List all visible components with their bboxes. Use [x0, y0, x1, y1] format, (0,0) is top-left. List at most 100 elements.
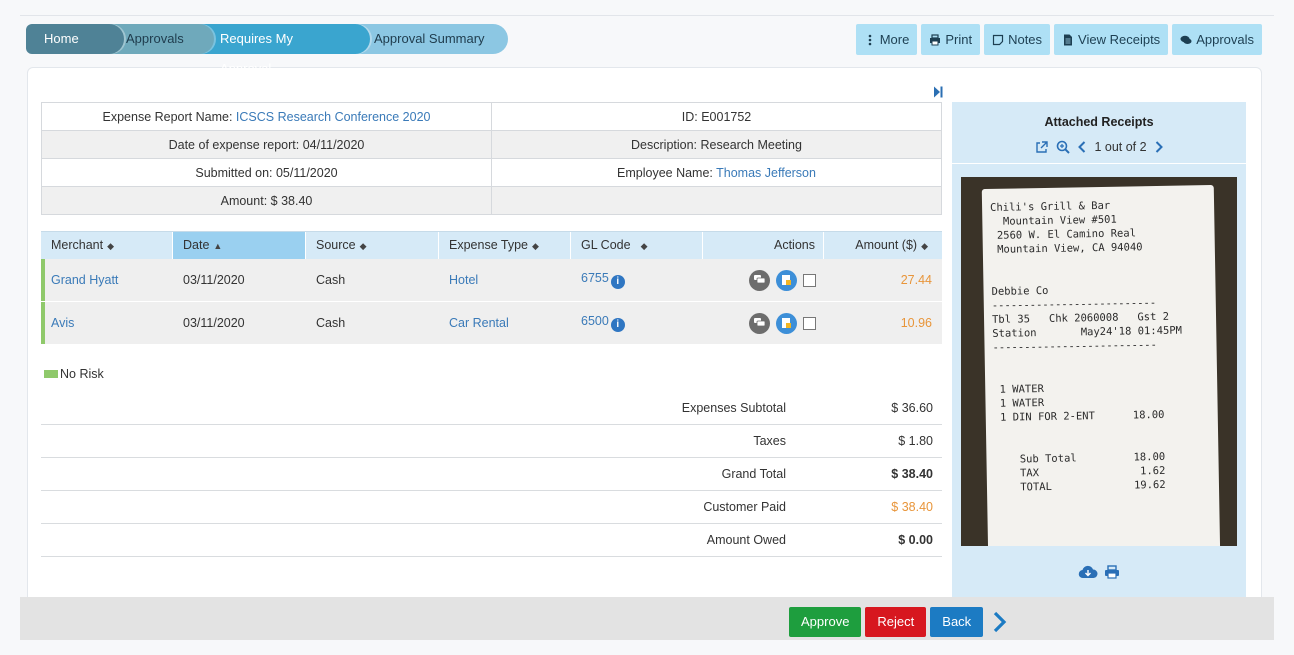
- more-button[interactable]: More: [855, 24, 918, 55]
- print-button[interactable]: Print: [921, 24, 981, 55]
- amount-label: Amount:: [220, 193, 268, 208]
- approvals-button[interactable]: Approvals: [1172, 24, 1262, 55]
- expense-type-link[interactable]: Car Rental: [449, 316, 509, 330]
- report-name-label: Expense Report Name:: [102, 109, 233, 124]
- employee-label: Employee Name:: [617, 165, 713, 180]
- grand-total-value: $ 38.40: [798, 467, 933, 481]
- amount-owed-label: Amount Owed: [706, 533, 786, 547]
- breadcrumb-home[interactable]: Home: [26, 24, 124, 54]
- collapse-panel-icon[interactable]: [933, 86, 943, 98]
- amount-value: $ 38.40: [270, 193, 313, 208]
- toolbar: More Print Notes View Receipts Approvals: [855, 24, 1262, 55]
- description-label: Description:: [631, 137, 698, 152]
- expense-date: 03/11/2020: [183, 273, 245, 287]
- receipt-icon[interactable]: [776, 312, 797, 334]
- expense-type-link[interactable]: Hotel: [449, 273, 478, 287]
- receipt-icon[interactable]: [776, 269, 797, 291]
- approve-button[interactable]: Approve: [789, 607, 862, 637]
- amount-owed-value: $ 0.00: [798, 533, 933, 547]
- sort-icon: ◆: [532, 241, 539, 251]
- info-icon[interactable]: i: [610, 318, 625, 332]
- view-receipts-button[interactable]: View Receipts: [1054, 24, 1169, 55]
- report-date-value: 04/11/2020: [302, 137, 365, 152]
- gl-code: 6755: [581, 271, 609, 285]
- grand-total-row: Grand Total $ 38.40: [41, 458, 942, 491]
- expense-source: Cash: [316, 273, 346, 287]
- submitted-value: 05/11/2020: [275, 165, 338, 180]
- reject-button[interactable]: Reject: [865, 607, 927, 637]
- receipt-page-indicator: 1 out of 2: [1094, 140, 1147, 154]
- cloud-download-icon[interactable]: [1078, 565, 1098, 579]
- column-expense-type-label: Expense Type: [449, 238, 528, 252]
- receipts-divider: [952, 163, 1246, 164]
- row-actions: [703, 269, 824, 291]
- subtotal-label: Expenses Subtotal: [681, 401, 786, 415]
- gl-code: 6500: [581, 314, 609, 328]
- sort-ascending-icon: ▲: [213, 241, 223, 251]
- report-date-cell: Date of expense report: 04/11/2020: [41, 130, 492, 159]
- risk-legend-label: No Risk: [60, 367, 104, 381]
- chevron-right-icon[interactable]: [991, 611, 1009, 633]
- column-date[interactable]: Date ▲: [173, 232, 306, 259]
- column-source-label: Source: [316, 238, 356, 252]
- receipt-image[interactable]: Chili's Grill & Bar Mountain View #501 2…: [961, 177, 1237, 546]
- table-row[interactable]: Avis 03/11/2020 Cash Car Rental 6500 i 10…: [41, 302, 942, 344]
- table-row[interactable]: Grand Hyatt 03/11/2020 Cash Hotel 6755 i …: [41, 259, 942, 301]
- employee-link[interactable]: Thomas Jefferson: [716, 166, 816, 180]
- more-vertical-icon: [868, 34, 872, 45]
- note-icon: [992, 34, 1004, 45]
- print-icon[interactable]: [1104, 565, 1120, 579]
- receipts-title: Attached Receipts: [1044, 115, 1154, 129]
- select-checkbox[interactable]: [803, 316, 816, 330]
- receipt-pager: 1 out of 2: [952, 140, 1246, 154]
- column-amount-label: Amount ($): [855, 238, 918, 252]
- open-external-icon[interactable]: [1035, 140, 1049, 154]
- expense-grid: Merchant ◆ Date ▲ Source ◆ Expense Type ◆ GL…: [41, 231, 942, 345]
- chevron-left-icon[interactable]: [1078, 141, 1086, 153]
- report-date-label: Date of expense report:: [168, 137, 300, 152]
- sort-icon: ◆: [921, 241, 928, 251]
- zoom-in-icon[interactable]: [1056, 140, 1071, 154]
- risk-legend: No Risk: [44, 367, 104, 381]
- report-id-label: ID:: [681, 109, 698, 124]
- receipt-text: Chili's Grill & Bar Mountain View #501 2…: [981, 185, 1221, 546]
- grid-header: Merchant ◆ Date ▲ Source ◆ Expense Type ◆ GL…: [41, 231, 942, 259]
- subtotal-value: $ 36.60: [798, 401, 933, 415]
- view-receipts-label: View Receipts: [1078, 32, 1161, 47]
- merchant-link[interactable]: Grand Hyatt: [51, 273, 118, 287]
- comment-icon[interactable]: [749, 312, 770, 334]
- description-cell: Description: Research Meeting: [491, 130, 942, 159]
- column-date-label: Date: [183, 238, 210, 252]
- taxes-row: Taxes $ 1.80: [41, 425, 942, 458]
- column-source[interactable]: Source ◆: [306, 232, 439, 259]
- totals-table: Expenses Subtotal $ 36.60 Taxes $ 1.80 G…: [41, 392, 942, 557]
- select-checkbox[interactable]: [803, 273, 816, 287]
- description-value: Research Meeting: [700, 137, 802, 152]
- taxes-value: $ 1.80: [798, 434, 933, 448]
- print-icon: [930, 33, 941, 45]
- column-expense-type[interactable]: Expense Type ◆: [439, 232, 571, 259]
- subtotal-row: Expenses Subtotal $ 36.60: [41, 392, 942, 425]
- employee-cell: Employee Name: Thomas Jefferson: [491, 158, 942, 187]
- chevron-right-icon[interactable]: [1155, 141, 1163, 153]
- empty-cell: [491, 186, 942, 215]
- report-id-value: E001752: [701, 109, 752, 124]
- column-gl-code[interactable]: GL Code ◆: [571, 232, 703, 259]
- no-risk-swatch: [44, 370, 58, 378]
- notes-label: Notes: [1008, 32, 1043, 47]
- submitted-label: Submitted on:: [195, 165, 273, 180]
- column-gl-code-label: GL Code: [581, 238, 631, 252]
- report-name-link[interactable]: ICSCS Research Conference 2020: [236, 110, 431, 124]
- merchant-link[interactable]: Avis: [51, 316, 74, 330]
- info-icon[interactable]: i: [610, 275, 625, 289]
- row-actions: [703, 312, 824, 334]
- notes-button[interactable]: Notes: [984, 24, 1051, 55]
- document-icon: [1064, 34, 1073, 45]
- column-actions: Actions: [703, 232, 824, 259]
- column-amount[interactable]: Amount ($) ◆: [824, 232, 942, 259]
- column-merchant[interactable]: Merchant ◆: [41, 232, 173, 259]
- comment-icon[interactable]: [749, 269, 770, 291]
- report-name-cell: Expense Report Name: ICSCS Research Conf…: [41, 102, 492, 131]
- back-button[interactable]: Back: [930, 607, 984, 637]
- column-actions-label: Actions: [774, 238, 815, 252]
